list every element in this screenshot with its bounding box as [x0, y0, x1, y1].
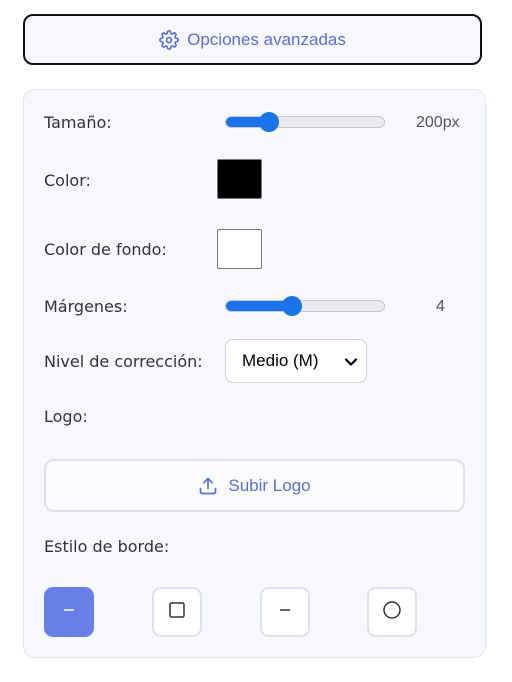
color-picker[interactable] — [217, 159, 262, 199]
margins-label: Márgenes: — [44, 297, 128, 316]
correction-selected: Medio (M) — [242, 351, 319, 370]
chevron-down-icon — [344, 354, 358, 368]
background-color-picker[interactable] — [217, 229, 262, 269]
logo-label: Logo: — [44, 407, 88, 426]
advanced-options-button[interactable]: Opciones avanzadas — [23, 14, 482, 65]
color-label: Color: — [44, 171, 91, 190]
square-icon — [168, 601, 186, 623]
border-style-label: Estilo de borde: — [44, 537, 170, 556]
background-color-label: Color de fondo: — [44, 240, 167, 259]
size-slider-thumb[interactable] — [258, 112, 279, 132]
border-style-option-dash[interactable] — [260, 587, 310, 637]
gear-icon — [159, 29, 180, 50]
advanced-options-label: Opciones avanzadas — [187, 29, 346, 49]
dash-icon — [277, 602, 293, 622]
upload-logo-button[interactable]: Subir Logo — [44, 459, 465, 512]
margins-slider[interactable] — [225, 296, 385, 316]
border-style-option-square[interactable] — [152, 587, 202, 637]
margins-value: 4 — [436, 298, 445, 315]
size-value: 200px — [416, 114, 460, 131]
circle-icon — [382, 600, 402, 624]
size-slider[interactable] — [225, 112, 385, 132]
border-style-option-circle[interactable] — [367, 587, 417, 637]
upload-logo-label: Subir Logo — [228, 475, 311, 495]
dash-icon — [61, 602, 77, 622]
upload-icon — [198, 476, 218, 496]
border-style-option-dash-active[interactable] — [44, 587, 94, 637]
correction-label: Nivel de corrección: — [44, 352, 203, 371]
correction-select[interactable]: Medio (M) — [225, 339, 367, 383]
size-label: Tamaño: — [44, 113, 112, 132]
